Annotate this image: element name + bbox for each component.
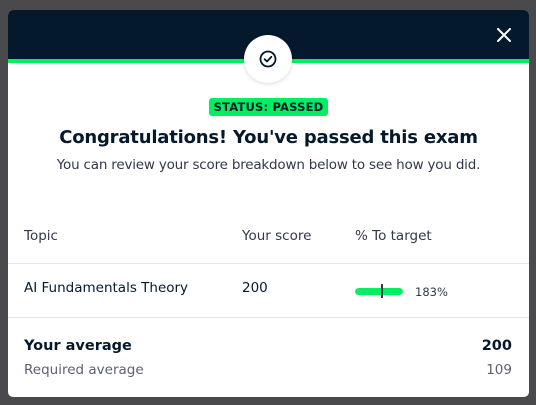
target-percent: 183% [415, 285, 448, 299]
header-topic: Topic [24, 228, 58, 244]
topic-name: AI Fundamentals Theory [24, 280, 189, 296]
exam-result-modal: STATUS: PASSED Congratulations! You've p… [8, 10, 529, 397]
required-average-value: 109 [486, 362, 512, 378]
background-page [0, 0, 8, 405]
score-table: Topic Your score % To target AI Fundamen… [8, 213, 529, 318]
status-container: STATUS: PASSED [8, 96, 529, 116]
header-target: % To target [355, 228, 432, 244]
target-marker [381, 284, 383, 298]
passed-badge [244, 35, 292, 83]
table-header-row: Topic Your score % To target [8, 213, 529, 264]
header-score: Your score [242, 228, 312, 244]
close-icon [497, 28, 511, 42]
check-circle-icon [259, 50, 277, 68]
average-value: 200 [481, 338, 512, 354]
table-row: AI Fundamentals Theory 200 183% [8, 264, 529, 318]
target-progress-fill [355, 288, 403, 295]
average-label: Your average [24, 338, 132, 354]
modal-subtitle: You can review your score breakdown belo… [56, 157, 481, 173]
target-progress-bar [355, 288, 403, 295]
modal-title: Congratulations! You've passed this exam [59, 127, 478, 148]
topic-score: 200 [242, 280, 268, 296]
status-badge: STATUS: PASSED [208, 98, 329, 116]
required-average-label: Required average [24, 362, 144, 378]
close-button[interactable] [493, 24, 515, 46]
